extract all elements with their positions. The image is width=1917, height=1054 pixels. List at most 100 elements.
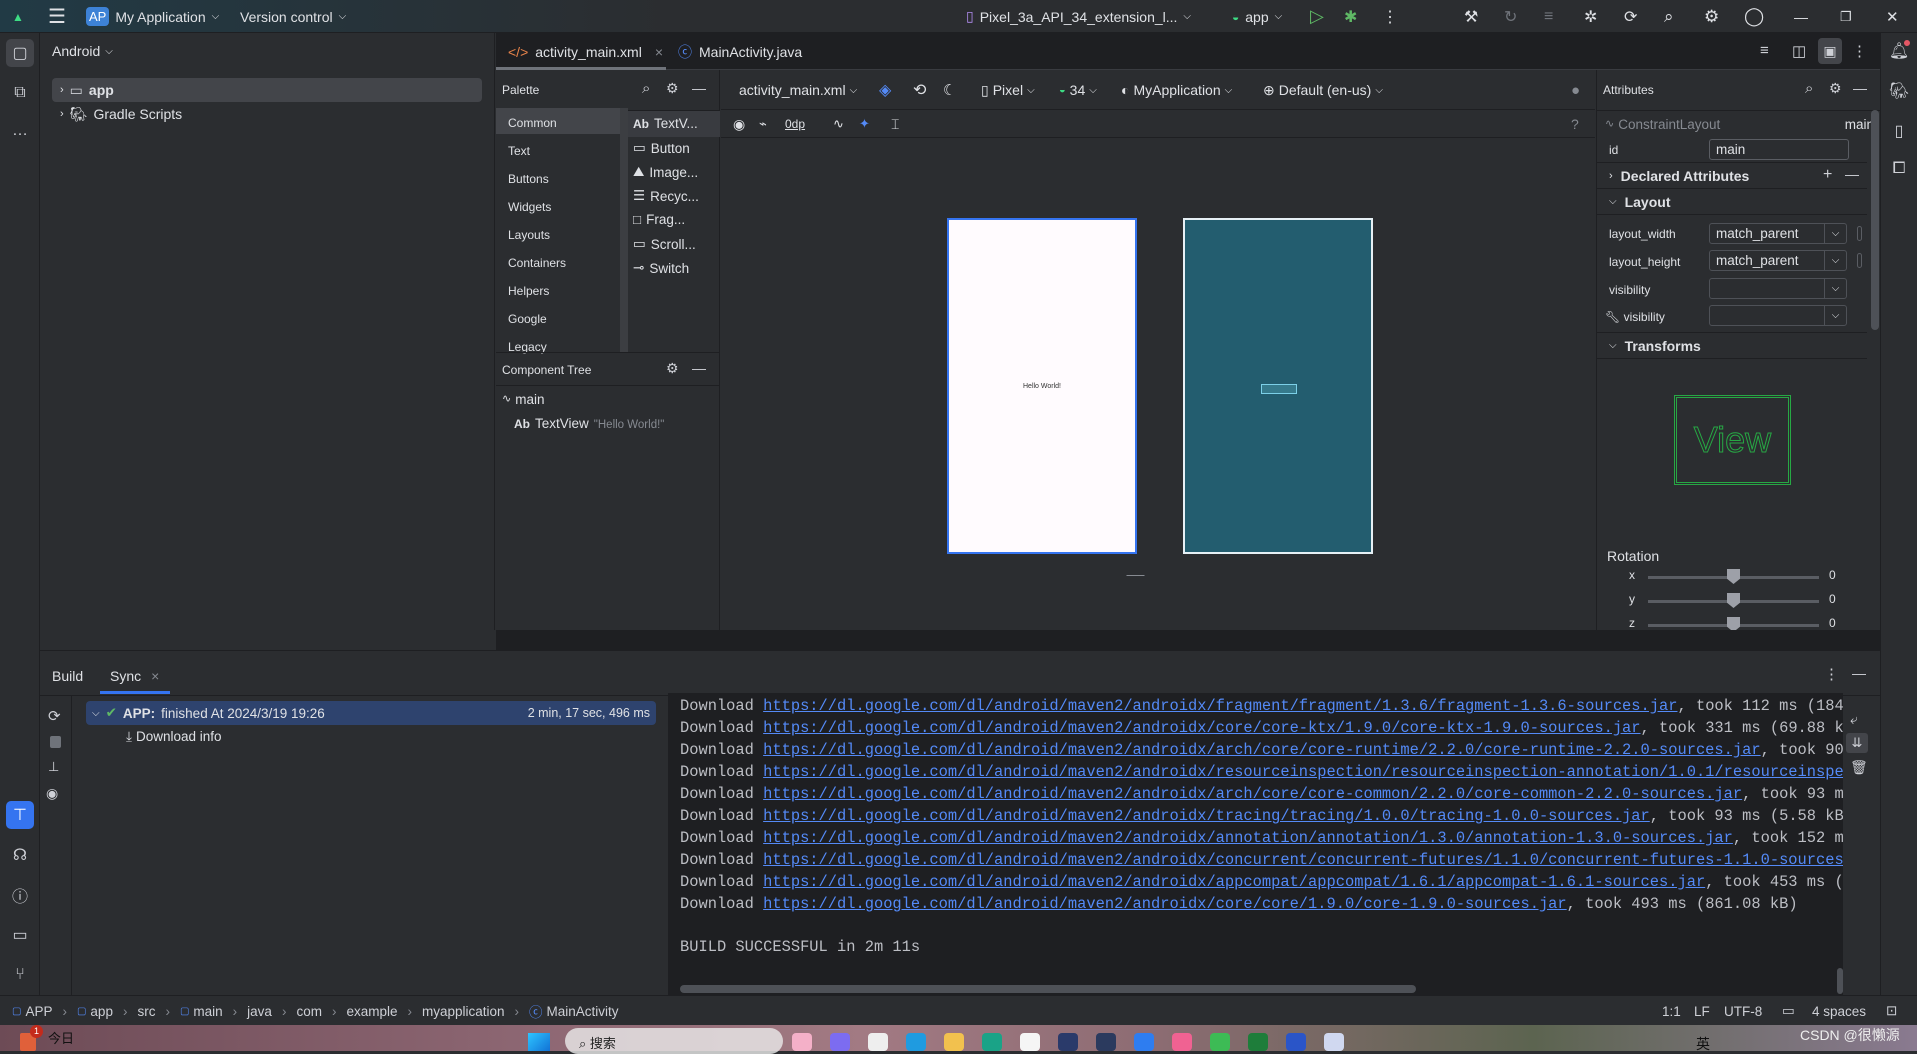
palette-item-fragment[interactable]: □ Frag...: [633, 212, 685, 227]
download-link[interactable]: https://dl.google.com/dl/android/maven2/…: [763, 719, 1640, 737]
split-view-icon[interactable]: ◫: [1792, 42, 1806, 60]
build-hammer-icon[interactable]: ⚒: [1464, 0, 1478, 33]
infer-constraints-icon[interactable]: ✦: [859, 110, 870, 138]
night-mode-icon[interactable]: ☾: [943, 70, 956, 110]
console-v-scrollbar[interactable]: [1837, 968, 1843, 994]
close-tab-icon[interactable]: ×: [655, 44, 663, 60]
restore-icon[interactable]: ❐: [1840, 0, 1852, 33]
minimize-panel-icon[interactable]: —: [1852, 665, 1866, 681]
scroll-to-end-icon[interactable]: ⇊: [1846, 733, 1868, 753]
taskbar-app-icon[interactable]: [1134, 1033, 1154, 1051]
palette-item-scrollview[interactable]: ▭ Scroll...: [633, 236, 696, 252]
taskbar-app-icon[interactable]: [1248, 1033, 1268, 1051]
ime-indicator[interactable]: 英: [1696, 1034, 1710, 1054]
download-link[interactable]: https://dl.google.com/dl/android/maven2/…: [763, 829, 1733, 847]
download-link[interactable]: https://dl.google.com/dl/android/maven2/…: [763, 785, 1742, 803]
taskbar-app-icon[interactable]: [944, 1033, 964, 1051]
palette-category-buttons[interactable]: Buttons: [508, 172, 549, 186]
tab-activity-main-xml[interactable]: </> activity_main.xml ×: [508, 33, 663, 70]
search-icon[interactable]: ⌕: [1805, 80, 1813, 97]
layout-width-dropdown[interactable]: match_parent ⌵: [1709, 223, 1847, 244]
account-icon[interactable]: ◯: [1744, 0, 1764, 33]
lock-icon[interactable]: ⊡: [1886, 996, 1897, 1026]
more-tools-icon[interactable]: …: [6, 117, 34, 145]
add-attribute-icon[interactable]: +: [1823, 166, 1832, 184]
clear-constraints-icon[interactable]: ∿: [833, 110, 844, 138]
visibility-dropdown[interactable]: ⌵: [1709, 278, 1847, 299]
search-icon[interactable]: ⌕: [1664, 0, 1674, 33]
taskbar-app-icon[interactable]: [1286, 1033, 1306, 1051]
build-tool-icon[interactable]: ⊤: [6, 801, 34, 829]
tab-sync[interactable]: Sync ×: [110, 668, 159, 684]
default-margin-button[interactable]: 0dp: [785, 110, 805, 138]
guidelines-icon[interactable]: ⌶: [891, 110, 899, 138]
device-manager-icon[interactable]: ▯: [1885, 117, 1913, 145]
palette-category-layouts[interactable]: Layouts: [508, 228, 550, 242]
gradle-icon[interactable]: 🐘︎: [1885, 77, 1913, 105]
palette-item-imageview[interactable]: ⛰︎ Image...: [633, 164, 698, 180]
panel-separator[interactable]: [496, 630, 1880, 650]
layout-section[interactable]: ⌵ Layout: [1597, 188, 1867, 214]
tools-visibility-dropdown[interactable]: ⌵: [1709, 305, 1847, 326]
apply-code-changes-icon[interactable]: ≡: [1544, 0, 1553, 33]
palette-item-button[interactable]: ▭ Button: [633, 140, 690, 156]
warning-icon[interactable]: ●: [1571, 70, 1580, 110]
api-selector[interactable]: ◒ 34 ⌵: [1059, 70, 1097, 110]
taskbar-app-icon[interactable]: [982, 1033, 1002, 1051]
minimize-panel-icon[interactable]: —: [692, 360, 706, 376]
minimize-panel-icon[interactable]: —: [1853, 80, 1867, 96]
resource-manager-icon[interactable]: ⧉: [6, 79, 34, 107]
device-selector[interactable]: ▯ Pixel_3a_API_34_extension_l... ⌵: [966, 0, 1191, 33]
code-view-icon[interactable]: ≡: [1760, 42, 1769, 59]
problems-icon[interactable]: ⓘ: [6, 881, 34, 909]
caret-position[interactable]: 1:1: [1662, 996, 1681, 1026]
tab-build[interactable]: Build: [52, 668, 83, 684]
tab-mainactivity-java[interactable]: ⓒ MainActivity.java: [678, 33, 802, 70]
file-encoding[interactable]: UTF-8: [1724, 996, 1762, 1026]
taskbar-app-icon[interactable]: [1058, 1033, 1078, 1051]
search-icon[interactable]: ⌕: [642, 80, 650, 97]
download-link[interactable]: https://dl.google.com/dl/android/maven2/…: [763, 807, 1650, 825]
taskbar-search[interactable]: ⌕ 搜索: [565, 1028, 783, 1054]
console-h-scrollbar[interactable]: [680, 985, 1416, 993]
breadcrumb-item[interactable]: com: [296, 1004, 322, 1019]
remove-attribute-icon[interactable]: —: [1845, 166, 1859, 182]
build-status-row[interactable]: ⌵ ✔ APP: finished At 2024/3/19 19:26 2 m…: [86, 701, 656, 725]
stop-icon[interactable]: [50, 736, 61, 748]
download-link[interactable]: https://dl.google.com/dl/android/maven2/…: [763, 851, 1843, 869]
palette-category-containers[interactable]: Containers: [508, 256, 566, 270]
minimize-panel-icon[interactable]: —: [692, 80, 706, 96]
git-icon[interactable]: ⑂: [6, 961, 34, 989]
design-preview[interactable]: Hello World!: [947, 218, 1137, 554]
taskbar-app-icon[interactable]: [830, 1033, 850, 1051]
more-icon[interactable]: ⋮: [1382, 0, 1398, 33]
windows-start-icon[interactable]: [528, 1033, 550, 1051]
settings-icon[interactable]: ⚙: [666, 360, 679, 377]
eye-icon[interactable]: ◉: [46, 785, 58, 802]
tree-item-gradle-scripts[interactable]: › 🐘︎ Gradle Scripts: [52, 102, 482, 126]
download-link[interactable]: https://dl.google.com/dl/android/maven2/…: [763, 697, 1677, 715]
download-link[interactable]: https://dl.google.com/dl/android/maven2/…: [763, 763, 1843, 781]
debug-icon[interactable]: ✱: [1344, 0, 1357, 33]
build-console[interactable]: Download https://dl.google.com/dl/androi…: [668, 693, 1843, 995]
breadcrumb-item[interactable]: myapplication: [422, 1004, 505, 1019]
terminal-icon[interactable]: ▭: [6, 921, 34, 949]
download-link[interactable]: https://dl.google.com/dl/android/maven2/…: [763, 741, 1760, 759]
more-icon[interactable]: ⋮: [1824, 665, 1839, 683]
device-selector[interactable]: ▯ Pixel ⌵: [981, 70, 1035, 110]
slider-thumb[interactable]: [1727, 593, 1740, 608]
taskbar-app-icon[interactable]: [906, 1033, 926, 1051]
readonly-toggle-icon[interactable]: ▭: [1782, 996, 1795, 1026]
minimize-icon[interactable]: —: [1794, 0, 1808, 33]
orientation-icon[interactable]: ⟲: [913, 70, 926, 110]
taskbar-app-icon[interactable]: [1324, 1033, 1344, 1051]
settings-icon[interactable]: ⚙: [666, 80, 679, 97]
breadcrumb-item[interactable]: src: [137, 1004, 155, 1019]
slider-thumb[interactable]: [1727, 569, 1740, 584]
pin-icon[interactable]: ⊥: [48, 759, 59, 775]
theme-selector[interactable]: ◐ MyApplication ⌵: [1121, 70, 1232, 110]
palette-category-google[interactable]: Google: [508, 312, 547, 326]
tree-node-textview[interactable]: Ab TextView "Hello World!": [514, 416, 664, 431]
design-surface-icon[interactable]: ◈: [879, 70, 891, 110]
resource-picker[interactable]: [1857, 226, 1862, 241]
